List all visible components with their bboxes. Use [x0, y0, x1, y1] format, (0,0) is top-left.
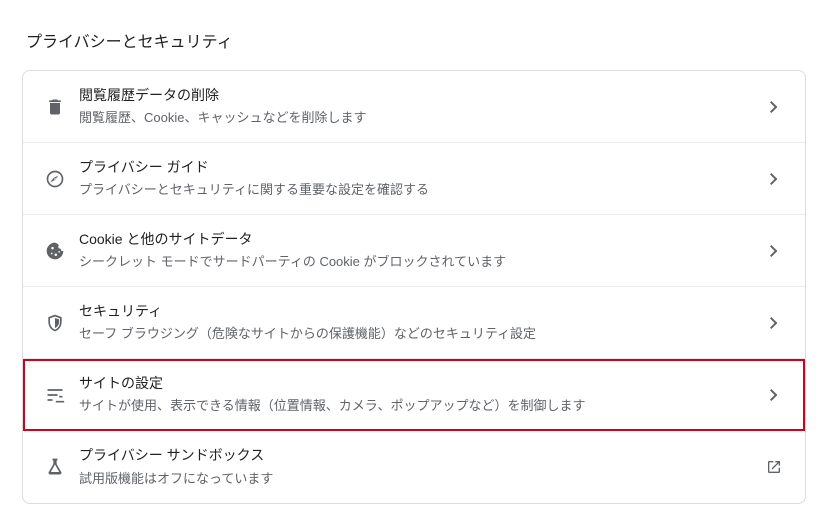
item-title: プライバシー ガイド [79, 158, 765, 178]
row-security[interactable]: セキュリティ セーフ ブラウジング（危険なサイトからの保護機能）などのセキュリテ… [23, 287, 805, 359]
row-text: Cookie と他のサイトデータ シークレット モードでサードパーティの Coo… [79, 230, 765, 272]
chevron-right-icon [765, 101, 783, 113]
row-clear-browsing-data[interactable]: 閲覧履歴データの削除 閲覧履歴、Cookie、キャッシュなどを削除します [23, 71, 805, 143]
external-link-icon [765, 459, 783, 475]
settings-card: 閲覧履歴データの削除 閲覧履歴、Cookie、キャッシュなどを削除します プライ… [22, 70, 806, 504]
item-desc: 閲覧履歴、Cookie、キャッシュなどを削除します [79, 109, 765, 127]
item-desc: セーフ ブラウジング（危険なサイトからの保護機能）などのセキュリティ設定 [79, 325, 765, 343]
item-desc: サイトが使用、表示できる情報（位置情報、カメラ、ポップアップなど）を制御します [79, 397, 765, 415]
row-text: サイトの設定 サイトが使用、表示できる情報（位置情報、カメラ、ポップアップなど）… [79, 374, 765, 416]
trash-icon [45, 97, 79, 117]
item-desc: シークレット モードでサードパーティの Cookie がブロックされています [79, 253, 765, 271]
row-text: プライバシー サンドボックス 試用版機能はオフになっています [79, 446, 765, 488]
section-title: プライバシーとセキュリティ [22, 18, 806, 70]
item-title: 閲覧履歴データの削除 [79, 86, 765, 106]
chevron-right-icon [765, 173, 783, 185]
compass-icon [45, 169, 79, 189]
row-privacy-sandbox[interactable]: プライバシー サンドボックス 試用版機能はオフになっています [23, 431, 805, 503]
row-text: プライバシー ガイド プライバシーとセキュリティに関する重要な設定を確認する [79, 158, 765, 200]
item-title: セキュリティ [79, 302, 765, 322]
row-site-settings[interactable]: サイトの設定 サイトが使用、表示できる情報（位置情報、カメラ、ポップアップなど）… [23, 359, 805, 431]
item-title: Cookie と他のサイトデータ [79, 230, 765, 250]
row-cookies[interactable]: Cookie と他のサイトデータ シークレット モードでサードパーティの Coo… [23, 215, 805, 287]
cookie-icon [45, 241, 79, 261]
tune-icon [45, 385, 79, 405]
item-desc: プライバシーとセキュリティに関する重要な設定を確認する [79, 181, 765, 199]
chevron-right-icon [765, 317, 783, 329]
flask-icon [45, 457, 79, 477]
item-title: プライバシー サンドボックス [79, 446, 765, 466]
item-desc: 試用版機能はオフになっています [79, 470, 765, 488]
row-privacy-guide[interactable]: プライバシー ガイド プライバシーとセキュリティに関する重要な設定を確認する [23, 143, 805, 215]
chevron-right-icon [765, 245, 783, 257]
row-text: セキュリティ セーフ ブラウジング（危険なサイトからの保護機能）などのセキュリテ… [79, 302, 765, 344]
row-text: 閲覧履歴データの削除 閲覧履歴、Cookie、キャッシュなどを削除します [79, 86, 765, 128]
item-title: サイトの設定 [79, 374, 765, 394]
chevron-right-icon [765, 389, 783, 401]
shield-icon [45, 313, 79, 333]
